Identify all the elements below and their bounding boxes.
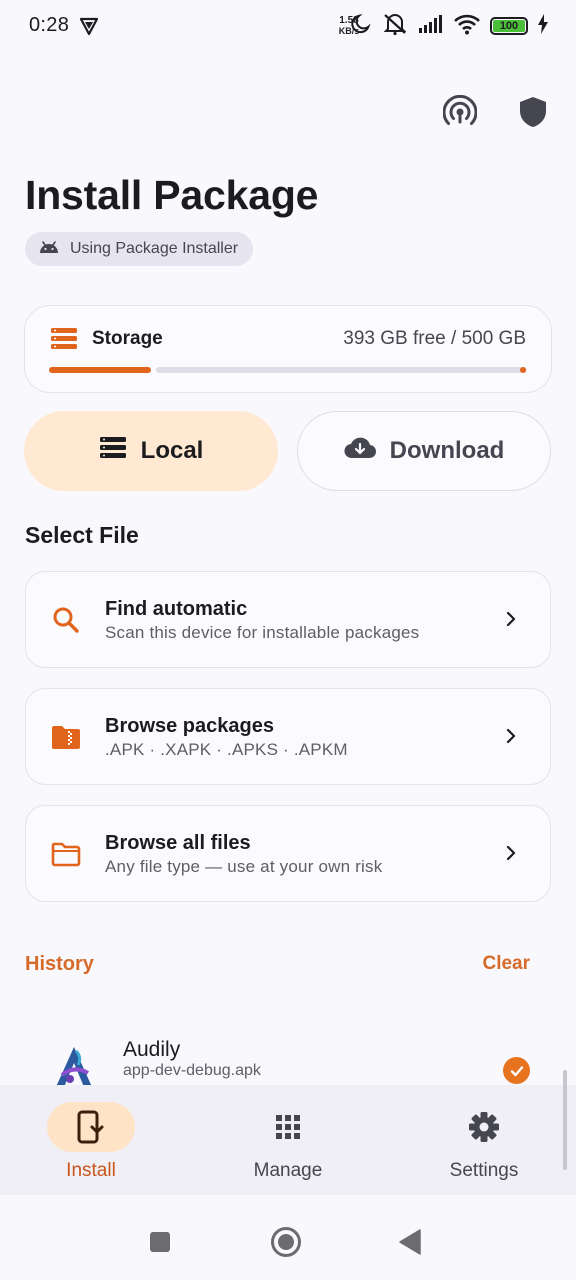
grid-icon <box>244 1102 332 1152</box>
option-subtitle: Any file type — use at your own risk <box>105 857 383 876</box>
installer-chip-label: Using Package Installer <box>70 240 239 257</box>
history-app-name: Audily <box>123 1038 181 1061</box>
nav-install[interactable]: Install <box>6 1085 176 1195</box>
android-icon <box>39 240 59 259</box>
nav-label: Manage <box>253 1160 323 1181</box>
option-title: Browse all files <box>105 832 251 854</box>
nav-settings[interactable]: Settings <box>399 1085 569 1195</box>
local-tab-label: Local <box>140 437 204 464</box>
battery-icon: 100 <box>490 17 528 35</box>
scrollbar[interactable] <box>563 1070 567 1170</box>
check-icon <box>503 1057 530 1084</box>
battery-level: 100 <box>493 20 525 32</box>
broadcast-icon[interactable] <box>442 94 478 130</box>
storage-label: Storage <box>92 328 163 349</box>
nav-label: Settings <box>449 1160 519 1181</box>
option-subtitle: .APK · .XAPK · .APKS · .APKM <box>105 740 348 759</box>
storage-bar-free <box>156 367 527 373</box>
browse-packages-card[interactable]: Browse packages .APK · .XAPK · .APKS · .… <box>25 688 551 785</box>
local-tab[interactable]: Local <box>24 411 278 491</box>
home-button[interactable] <box>266 1222 306 1262</box>
charging-bolt-icon <box>538 13 548 39</box>
nav-label: Install <box>66 1160 116 1181</box>
folder-icon <box>50 838 82 870</box>
download-tab[interactable]: Download <box>297 411 551 491</box>
moon-icon <box>350 13 372 40</box>
install-phone-icon <box>47 1102 135 1152</box>
page-title: Install Package <box>25 172 319 218</box>
nav-manage[interactable]: Manage <box>203 1085 373 1195</box>
chevron-right-icon <box>502 727 520 745</box>
back-button[interactable] <box>390 1222 430 1262</box>
storage-icon <box>50 327 78 356</box>
gear-icon <box>440 1102 528 1152</box>
clear-history-button[interactable]: Clear <box>482 953 530 975</box>
search-icon <box>50 604 82 636</box>
option-title: Find automatic <box>105 598 248 620</box>
wifi-icon <box>454 13 480 40</box>
shield-icon[interactable] <box>515 94 551 130</box>
status-icons: 100 <box>350 13 548 39</box>
history-title: History <box>25 953 94 975</box>
download-tab-label: Download <box>389 437 505 464</box>
find-automatic-card[interactable]: Find automatic Scan this device for inst… <box>25 571 551 668</box>
storage-bar-end-dot <box>520 367 526 373</box>
app-icon-audily <box>50 1043 98 1091</box>
vpn-shield-icon <box>78 15 100 37</box>
status-time: 0:28 <box>29 14 70 36</box>
option-subtitle: Scan this device for installable package… <box>105 623 420 642</box>
option-title: Browse packages <box>105 715 274 737</box>
cloud-download-icon <box>344 436 376 467</box>
storage-value: 393 GB free / 500 GB <box>343 328 526 349</box>
package-folder-icon <box>50 721 82 753</box>
installer-chip[interactable]: Using Package Installer <box>25 232 254 266</box>
storage-list-icon <box>99 436 127 467</box>
mute-bell-icon <box>382 12 408 41</box>
storage-bar-used <box>49 367 151 373</box>
recents-button[interactable] <box>140 1222 180 1262</box>
chevron-right-icon <box>502 844 520 862</box>
signal-icon <box>418 14 444 39</box>
history-app-file: app-dev-debug.apk <box>123 1062 261 1079</box>
select-file-title: Select File <box>25 522 139 548</box>
chevron-right-icon <box>502 610 520 628</box>
browse-all-files-card[interactable]: Browse all files Any file type — use at … <box>25 805 551 902</box>
